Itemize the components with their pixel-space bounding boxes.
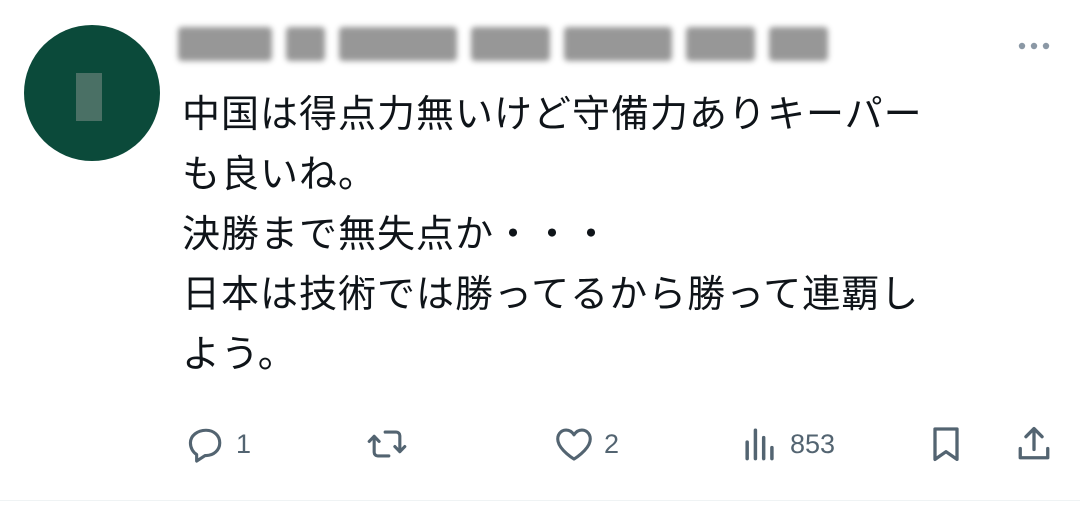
like-button[interactable]: 2	[552, 418, 619, 470]
action-bar: 1 2 853	[180, 418, 1060, 470]
avatar-blur	[76, 73, 102, 121]
more-horizontal-icon	[1018, 42, 1050, 50]
reply-icon	[188, 428, 222, 463]
share-icon	[1018, 426, 1050, 460]
post-text: 中国は得点力無いけど守備力ありキーパー も良いね。 決勝まで無失点か・・・ 日本…	[182, 92, 923, 376]
bookmark-button[interactable]	[924, 418, 968, 470]
reply-count: 1	[236, 428, 252, 459]
avatar[interactable]	[24, 25, 160, 161]
heart-icon	[556, 428, 592, 461]
bookmark-icon	[933, 427, 959, 462]
username-blurred[interactable]	[178, 18, 829, 70]
post: 中国は得点力無いけど守備力ありキーパー も良いね。 決勝まで無失点か・・・ 日本…	[0, 0, 1080, 505]
share-button[interactable]	[1012, 418, 1056, 470]
reply-button[interactable]: 1	[184, 418, 251, 470]
views-chart-icon	[745, 428, 774, 461]
like-count: 2	[604, 428, 620, 459]
divider	[0, 500, 1080, 501]
more-options-button[interactable]	[1014, 38, 1054, 54]
view-count: 853	[790, 428, 836, 459]
retweet-icon	[367, 430, 407, 458]
retweet-button[interactable]	[365, 418, 409, 470]
views-button[interactable]: 853	[738, 418, 835, 470]
